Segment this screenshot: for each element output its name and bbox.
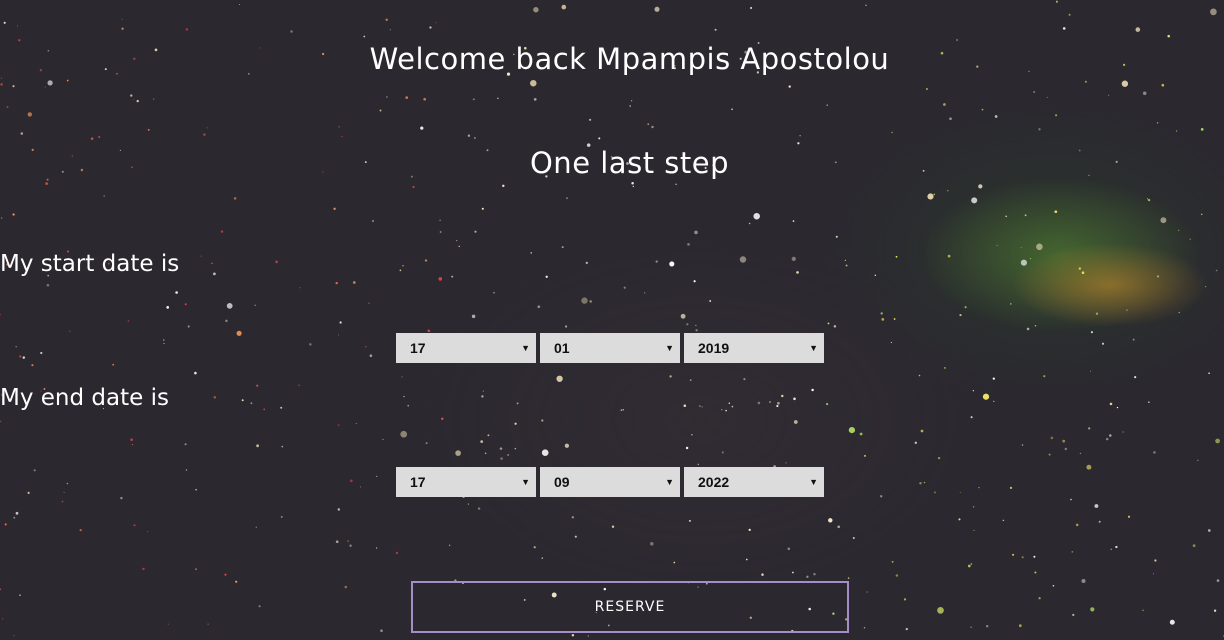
starfield-background xyxy=(0,0,1224,637)
start-year-select[interactable]: 2019 ▼ xyxy=(684,333,824,363)
chevron-down-icon: ▼ xyxy=(665,343,674,353)
step-heading: One last step xyxy=(529,146,730,180)
end-date-label: My end date is xyxy=(0,385,169,411)
reserve-button[interactable]: RESERVE xyxy=(411,581,849,633)
start-date-label: My start date is xyxy=(0,251,180,277)
start-month-select[interactable]: 01 ▼ xyxy=(540,333,680,363)
chevron-down-icon: ▼ xyxy=(521,477,530,487)
chevron-down-icon: ▼ xyxy=(809,343,818,353)
chevron-down-icon: ▼ xyxy=(809,477,818,487)
end-day-select[interactable]: 17 ▼ xyxy=(396,467,536,497)
chevron-down-icon: ▼ xyxy=(521,343,530,353)
start-date-selectors: 17 ▼ 01 ▼ 2019 ▼ xyxy=(396,333,824,363)
start-year-value: 2019 xyxy=(698,340,730,356)
end-month-select[interactable]: 09 ▼ xyxy=(540,467,680,497)
welcome-heading: Welcome back Mpampis Apostolou xyxy=(369,42,890,76)
end-day-value: 17 xyxy=(410,474,426,490)
start-day-select[interactable]: 17 ▼ xyxy=(396,333,536,363)
chevron-down-icon: ▼ xyxy=(665,477,674,487)
end-year-value: 2022 xyxy=(698,474,730,490)
end-month-value: 09 xyxy=(554,474,570,490)
end-date-selectors: 17 ▼ 09 ▼ 2022 ▼ xyxy=(396,467,824,497)
end-year-select[interactable]: 2022 ▼ xyxy=(684,467,824,497)
start-day-value: 17 xyxy=(410,340,426,356)
start-month-value: 01 xyxy=(554,340,570,356)
